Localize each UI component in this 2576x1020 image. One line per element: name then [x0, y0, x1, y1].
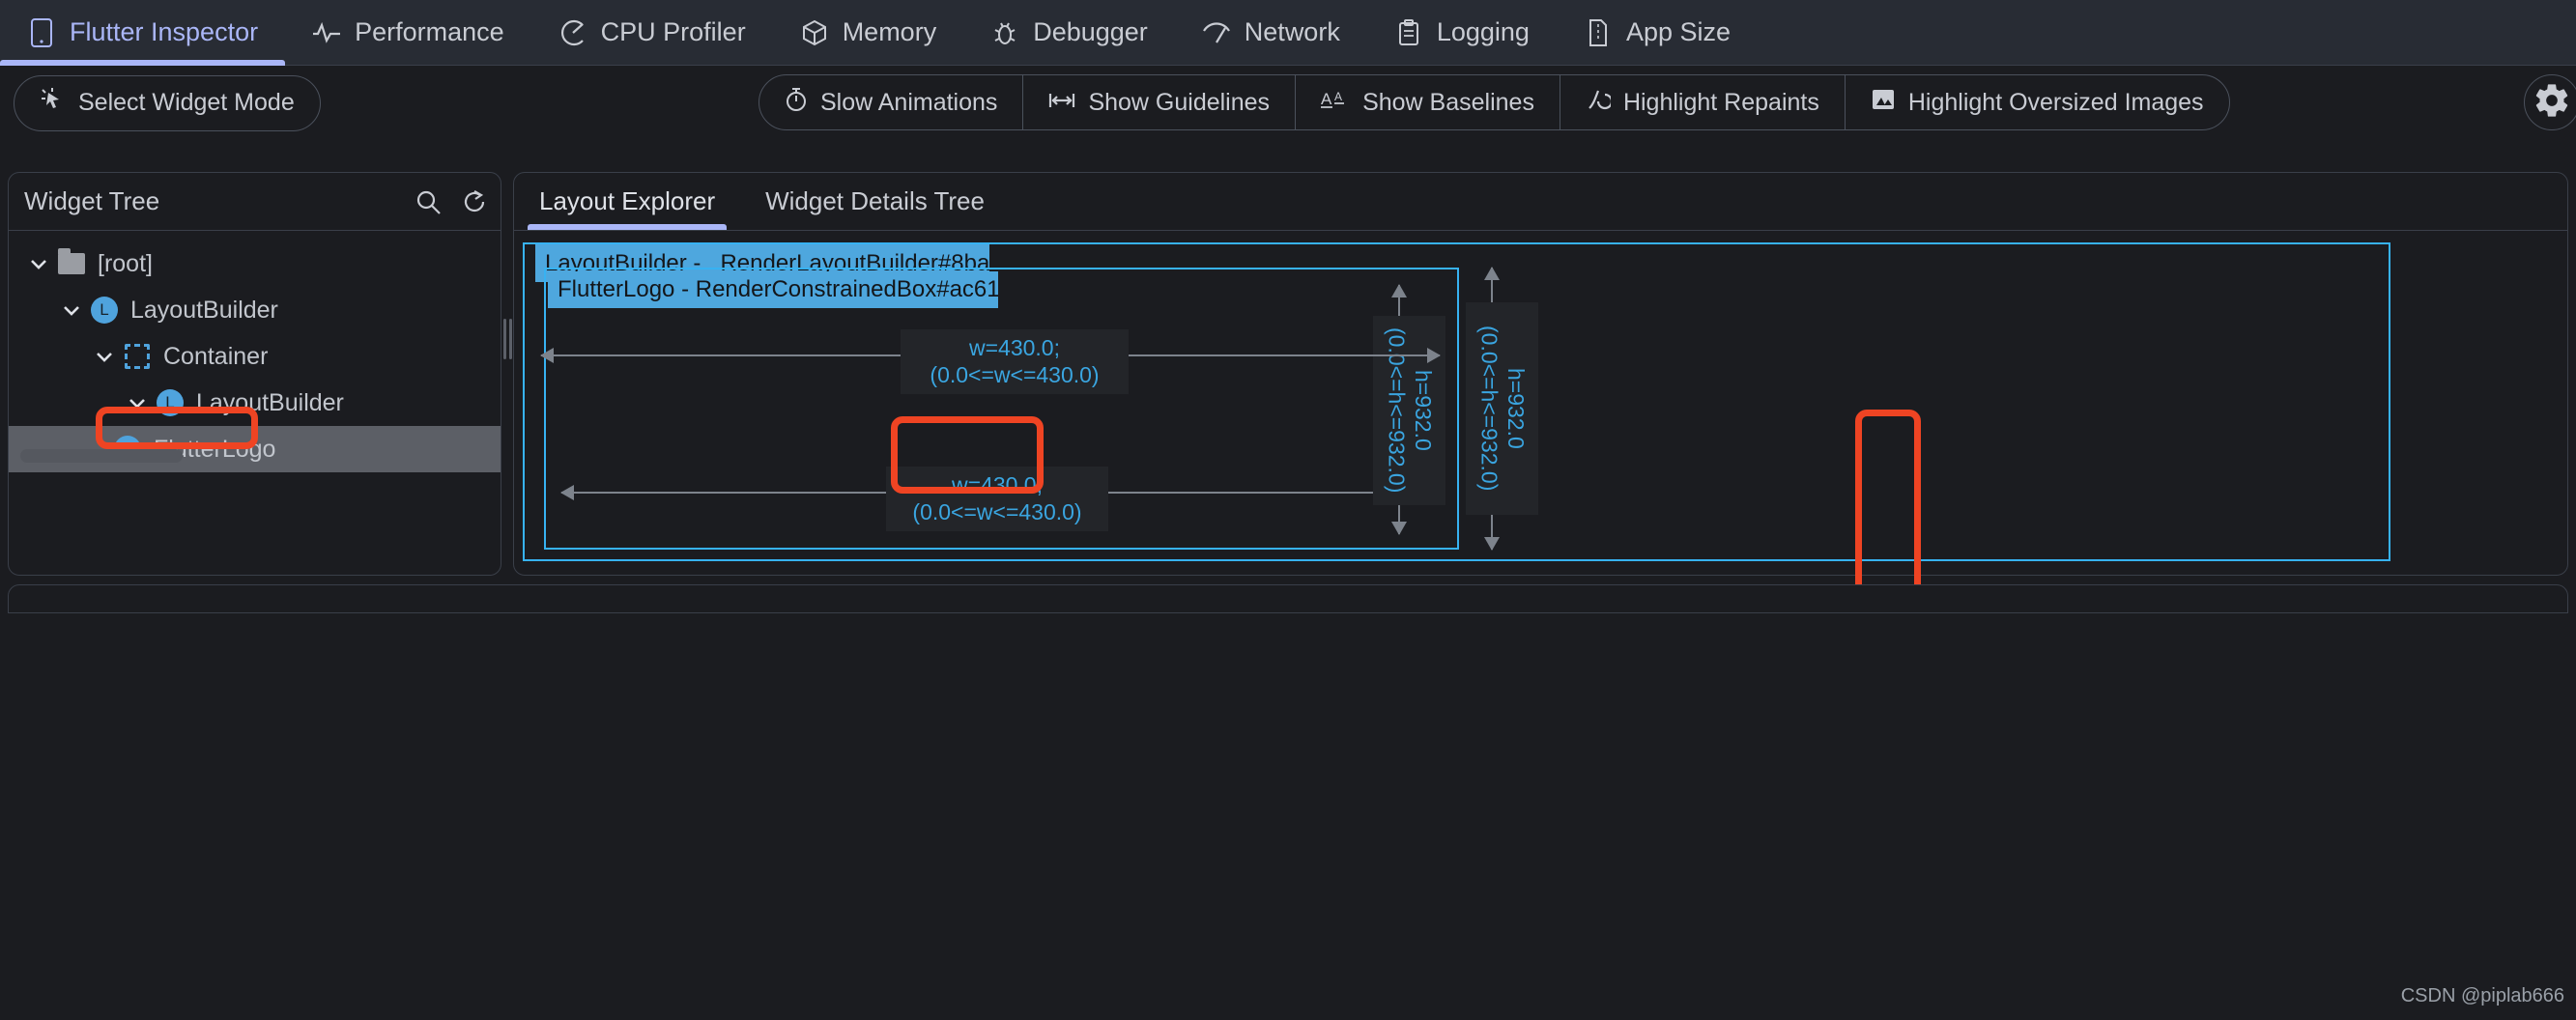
tab-debugger[interactable]: Debugger — [963, 0, 1175, 66]
inner-width-constraint: (0.0<=w<=430.0) — [912, 498, 1082, 524]
widget-tree-horizontal-scrollbar[interactable] — [20, 449, 183, 463]
inner-height-label: h=932.0 (0.0<=h<=932.0) — [1373, 316, 1446, 505]
tab-logging[interactable]: Logging — [1367, 0, 1557, 66]
layout-node-flutterlogo[interactable]: FlutterLogo - RenderConstrainedBox#ac61f… — [544, 268, 1459, 550]
show-baselines-button[interactable]: AA Show Baselines — [1296, 75, 1560, 129]
bug-icon — [990, 18, 1019, 47]
widget-tree-title: Widget Tree — [24, 186, 160, 215]
inner-height-value: h=932.0 — [1411, 370, 1437, 451]
tree-node-label: LayoutBuilder — [196, 388, 344, 416]
phone-icon — [27, 17, 56, 47]
segment-label: Slow Animations — [820, 88, 998, 116]
slow-animations-button[interactable]: Slow Animations — [759, 75, 1024, 129]
tab-label: Network — [1244, 17, 1340, 46]
select-widget-mode-button[interactable]: Select Widget Mode — [14, 74, 321, 131]
segment-label: Show Guidelines — [1088, 88, 1271, 116]
tab-flutter-inspector[interactable]: Flutter Inspector — [0, 0, 286, 66]
tab-label: Flutter Inspector — [70, 17, 259, 46]
baselines-icon: AA — [1321, 88, 1350, 118]
inner-width-label: w=430.0; (0.0<=w<=430.0) — [886, 467, 1108, 532]
chevron-down-icon[interactable] — [26, 251, 51, 276]
tree-node-root[interactable]: [root] — [9, 241, 501, 287]
guidelines-icon — [1048, 89, 1075, 117]
inspector-toolbar: Select Widget Mode Slow Animations Show … — [0, 67, 2576, 139]
tab-widget-details-tree[interactable]: Widget Details Tree — [740, 172, 1010, 230]
inspector-toggle-group: Slow Animations Show Guidelines AA Show … — [758, 74, 2230, 130]
dashed-box-icon — [123, 342, 152, 371]
segment-label: Show Baselines — [1362, 88, 1534, 116]
stopwatch-icon — [785, 87, 808, 119]
watermark: CSDN @piplab666 — [2400, 985, 2564, 1006]
widget-tree-header-actions — [414, 173, 489, 231]
outer-height-constraint: (0.0<=h<=932.0) — [1476, 326, 1503, 492]
tab-label: Memory — [842, 17, 937, 46]
tree-node-label: Container — [163, 342, 269, 370]
outer-height-value: h=932.0 — [1503, 368, 1530, 449]
show-guidelines-button[interactable]: Show Guidelines — [1023, 75, 1297, 129]
cursor-select-icon — [40, 87, 65, 119]
chevron-down-icon[interactable] — [92, 344, 117, 369]
tab-label: Performance — [355, 17, 504, 46]
segment-label: Highlight Oversized Images — [1907, 88, 2204, 116]
tab-performance[interactable]: Performance — [285, 0, 531, 66]
highlight-repaints-button[interactable]: Highlight Repaints — [1560, 75, 1846, 129]
select-widget-mode-label: Select Widget Mode — [78, 89, 295, 116]
layout-node-flutterlogo-label: FlutterLogo - RenderConstrainedBox#ac61f… — [548, 271, 998, 308]
refresh-icon[interactable] — [460, 187, 489, 216]
tab-label: App Size — [1625, 17, 1732, 46]
outer-width-value: w=430.0; — [969, 335, 1060, 360]
tab-label: Widget Details Tree — [765, 185, 985, 215]
segment-label: Highlight Repaints — [1622, 88, 1819, 116]
layout-node-layoutbuilder[interactable]: LayoutBuilder - _RenderLayoutBuilder#8ba… — [523, 242, 2390, 561]
tab-layout-explorer[interactable]: Layout Explorer — [514, 172, 740, 230]
search-icon[interactable] — [414, 187, 443, 216]
outer-width-label: w=430.0; (0.0<=w<=430.0) — [901, 329, 1129, 395]
highlight-oversized-images-button[interactable]: Highlight Oversized Images — [1846, 75, 2229, 129]
tab-memory[interactable]: Memory — [773, 0, 964, 66]
inner-width-value: w=430.0; — [952, 472, 1043, 497]
settings-button[interactable] — [2524, 74, 2576, 130]
svg-text:A: A — [1321, 90, 1332, 108]
tree-node-container[interactable]: Container — [9, 333, 501, 380]
chevron-down-icon[interactable] — [125, 390, 150, 415]
pulse-icon — [312, 18, 341, 47]
tab-label: Layout Explorer — [539, 185, 716, 215]
tab-app-size[interactable]: App Size — [1557, 0, 1758, 66]
tab-label: CPU Profiler — [600, 17, 746, 46]
widget-tree-panel: Widget Tree [root] L LayoutBuilder Conta… — [8, 172, 501, 576]
gear-icon — [2533, 81, 2571, 125]
box-icon — [800, 18, 829, 47]
widget-tree-header: Widget Tree — [9, 173, 501, 231]
main-tab-bar: Flutter Inspector Performance CPU Profil… — [0, 0, 2576, 66]
outer-width-constraint: (0.0<=w<=430.0) — [930, 361, 1100, 387]
tree-node-layoutbuilder-1[interactable]: L LayoutBuilder — [9, 287, 501, 333]
tab-label: Logging — [1436, 17, 1530, 46]
tab-cpu-profiler[interactable]: CPU Profiler — [531, 0, 773, 66]
panel-splitter-handle[interactable] — [503, 319, 512, 359]
circle-L-icon: L — [156, 388, 185, 417]
tree-node-label: [root] — [98, 249, 153, 277]
image-icon — [1871, 88, 1896, 118]
bottom-strip-panel — [8, 584, 2568, 613]
widget-tree-list: [root] L LayoutBuilder Container L Layou… — [9, 231, 501, 472]
circle-L-icon: L — [90, 296, 119, 325]
clipboard-icon — [1394, 18, 1423, 47]
inner-height-constraint: (0.0<=h<=932.0) — [1384, 327, 1410, 494]
layout-explorer-canvas: LayoutBuilder - _RenderLayoutBuilder#8ba… — [514, 230, 2567, 599]
tab-network[interactable]: Network — [1175, 0, 1367, 66]
chevron-down-icon[interactable] — [59, 298, 84, 323]
network-icon — [1202, 18, 1231, 47]
repaint-icon — [1586, 87, 1614, 119]
tab-label: Debugger — [1033, 17, 1148, 46]
outer-height-label: h=932.0 (0.0<=h<=932.0) — [1466, 302, 1539, 515]
file-icon — [1584, 18, 1613, 47]
folder-icon — [57, 248, 86, 278]
tree-node-layoutbuilder-2[interactable]: L LayoutBuilder — [9, 380, 501, 426]
tree-node-label: LayoutBuilder — [130, 296, 278, 324]
details-tab-strip: Layout Explorer Widget Details Tree — [514, 173, 2567, 231]
svg-text:A: A — [1334, 90, 1342, 103]
speedometer-icon — [558, 18, 587, 47]
